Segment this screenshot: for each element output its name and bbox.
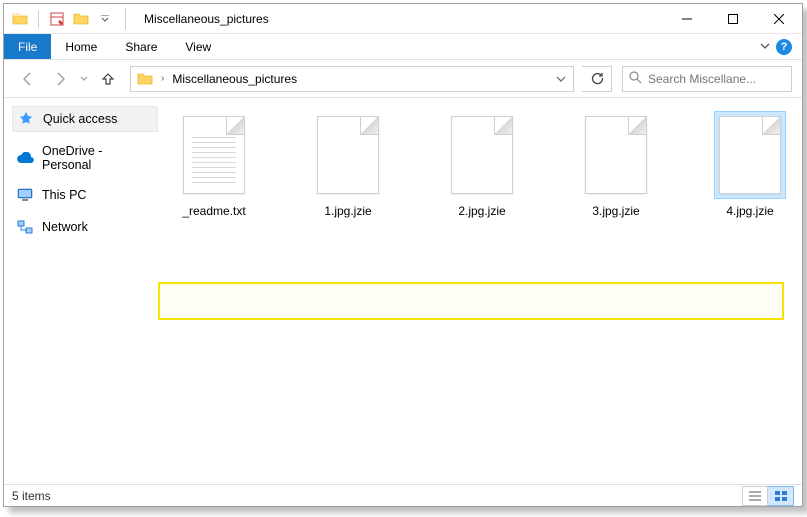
nav-back-button[interactable] (14, 65, 42, 93)
star-icon (17, 110, 35, 128)
nav-forward-button[interactable] (46, 65, 74, 93)
tab-share[interactable]: Share (111, 34, 171, 59)
title-bar: Miscellaneous_pictures (4, 4, 802, 34)
address-chevron-icon[interactable]: › (157, 73, 168, 84)
view-mode-switcher (742, 486, 794, 506)
file-name-label: 4.jpg.jzie (726, 204, 773, 218)
address-segment[interactable]: Miscellaneous_pictures (168, 72, 301, 86)
file-thumbnail (313, 112, 383, 198)
file-item[interactable]: _readme.txt (172, 112, 256, 218)
file-grid: _readme.txt 1.jpg.jzie 2.jpg.jzie 3.jpg.jzi… (172, 112, 792, 218)
file-item[interactable]: 2.jpg.jzie (440, 112, 524, 218)
generic-file-icon (719, 116, 781, 194)
help-button[interactable]: ? (776, 39, 792, 55)
maximize-button[interactable] (710, 4, 756, 33)
file-tab[interactable]: File (4, 34, 51, 59)
refresh-button[interactable] (582, 66, 612, 92)
body: Quick access OneDrive - Personal This PC… (4, 98, 802, 484)
sidebar-item-label: OneDrive - Personal (42, 144, 154, 172)
sidebar-item-onedrive[interactable]: OneDrive - Personal (12, 142, 158, 174)
generic-file-icon (585, 116, 647, 194)
file-name-label: 2.jpg.jzie (458, 204, 505, 218)
sidebar-item-quickaccess[interactable]: Quick access (12, 106, 158, 132)
qat-properties-button[interactable] (47, 9, 67, 29)
file-item[interactable]: 1.jpg.jzie (306, 112, 390, 218)
close-button[interactable] (756, 4, 802, 33)
nav-up-button[interactable] (94, 65, 122, 93)
generic-file-icon (451, 116, 513, 194)
details-view-button[interactable] (742, 486, 768, 506)
qat-customize-button[interactable] (95, 9, 115, 29)
file-item[interactable]: 3.jpg.jzie (574, 112, 658, 218)
file-thumbnail (715, 112, 785, 198)
ribbon-right: ? (760, 34, 802, 59)
file-item[interactable]: 4.jpg.jzie (708, 112, 792, 218)
folder-icon (10, 9, 30, 29)
title-separator (125, 8, 126, 30)
cloud-icon (16, 149, 34, 167)
file-name-label: 3.jpg.jzie (592, 204, 639, 218)
network-icon (16, 218, 34, 236)
address-bar[interactable]: › Miscellaneous_pictures (130, 66, 574, 92)
search-icon (629, 71, 642, 87)
file-thumbnail (179, 112, 249, 198)
search-box[interactable] (622, 66, 792, 92)
nav-recent-button[interactable] (78, 75, 90, 83)
status-item-count: 5 items (12, 489, 51, 503)
file-name-label: 1.jpg.jzie (324, 204, 371, 218)
file-name-label: _readme.txt (182, 204, 245, 218)
ribbon: File Home Share View ? (4, 34, 802, 60)
file-thumbnail (581, 112, 651, 198)
address-dropdown-button[interactable] (551, 74, 571, 84)
window-controls (664, 4, 802, 33)
qat-newfolder-button[interactable] (71, 9, 91, 29)
file-thumbnail (447, 112, 517, 198)
sidebar-item-thispc[interactable]: This PC (12, 184, 158, 206)
annotation-highlight (158, 282, 784, 320)
content-pane[interactable]: _readme.txt 1.jpg.jzie 2.jpg.jzie 3.jpg.jzi… (158, 98, 802, 484)
icons-view-button[interactable] (768, 486, 794, 506)
status-bar: 5 items (4, 484, 802, 506)
minimize-button[interactable] (664, 4, 710, 33)
sidebar-item-label: This PC (42, 188, 86, 202)
sidebar-item-label: Quick access (43, 112, 117, 126)
qat-separator (38, 10, 39, 28)
address-folder-icon[interactable] (133, 71, 157, 87)
expand-ribbon-button[interactable] (760, 38, 770, 56)
explorer-window: Miscellaneous_pictures File Home Share V… (3, 3, 803, 507)
monitor-icon (16, 186, 34, 204)
text-file-icon (183, 116, 245, 194)
window-title: Miscellaneous_pictures (144, 12, 269, 26)
tab-view[interactable]: View (171, 34, 225, 59)
tab-home[interactable]: Home (51, 34, 111, 59)
search-input[interactable] (648, 72, 785, 86)
nav-pane: Quick access OneDrive - Personal This PC… (4, 98, 158, 484)
sidebar-item-network[interactable]: Network (12, 216, 158, 238)
nav-bar: › Miscellaneous_pictures (4, 60, 802, 98)
generic-file-icon (317, 116, 379, 194)
sidebar-item-label: Network (42, 220, 88, 234)
titlebar-left: Miscellaneous_pictures (4, 8, 269, 30)
